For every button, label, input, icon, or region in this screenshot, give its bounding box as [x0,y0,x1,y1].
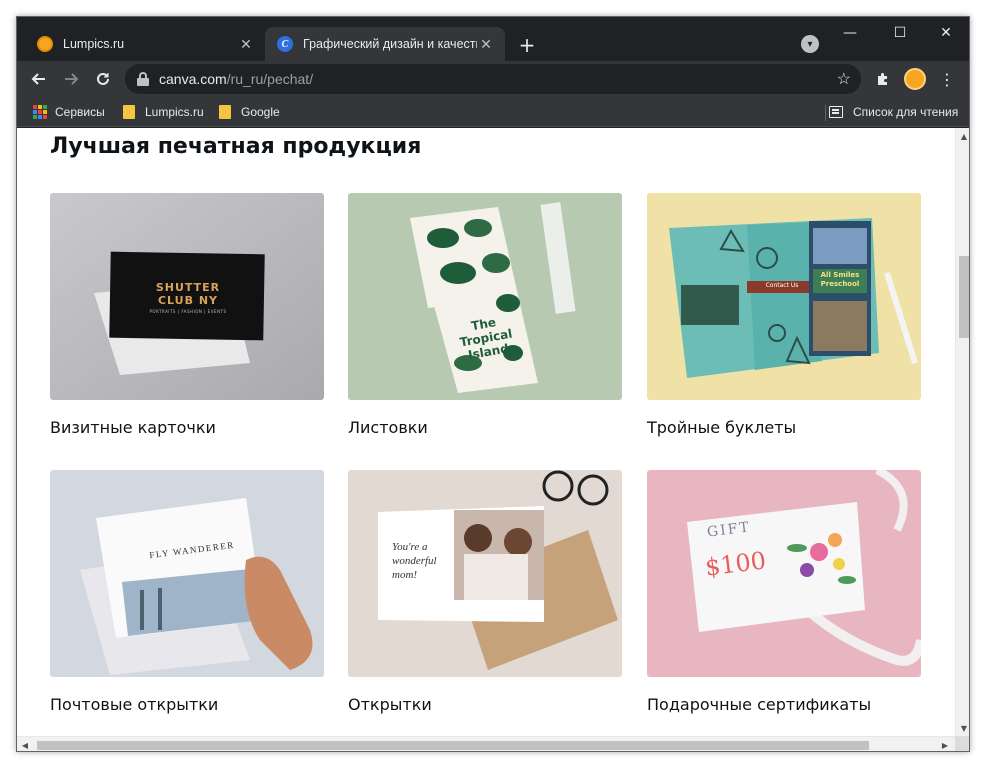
new-tab-button[interactable]: + [515,33,539,57]
bookmark-google[interactable]: Google [219,103,280,121]
tab-strip: Lumpics.ru ✕ C Графический дизайн и каче… [17,17,969,61]
tab-title: Графический дизайн и качеств [303,37,477,51]
vertical-scrollbar[interactable]: ▲ ▼ [955,128,969,736]
address-bar[interactable]: canva.com/ru_ru/pechat/ ☆ [125,64,861,94]
profile-avatar[interactable] [901,65,929,93]
greeting-card-text: You're a wonderful mom! [392,541,437,581]
bookmarks-divider [825,105,826,121]
reading-list-button[interactable]: Список для чтения [829,103,958,121]
close-window-button[interactable]: ✕ [923,17,969,49]
bookmark-apps[interactable]: Сервисы [33,103,105,121]
card-trifold-brochures[interactable]: Contact Us All Smiles Preschool Тройные … [647,193,921,437]
tab-title: Lumpics.ru [63,37,125,51]
scroll-down-arrow-icon[interactable]: ▼ [956,720,969,736]
business-card-subtext: PORTRAITS | FASHION | EVENTS [149,309,227,314]
forward-arrow-icon[interactable] [57,65,85,93]
business-card-text: SHUTTER CLUB NY [155,281,221,307]
extensions-puzzle-icon[interactable] [869,65,897,93]
tab-canva[interactable]: C Графический дизайн и качеств ✕ [265,27,505,61]
reading-list-label: Список для чтения [853,105,959,119]
folder-icon [219,105,231,119]
tab-lumpics[interactable]: Lumpics.ru ✕ [25,27,265,61]
scroll-right-arrow-icon[interactable]: ▶ [937,737,953,751]
bookmark-label: Lumpics.ru [145,105,204,119]
card-flyers[interactable]: The Tropical Island Листовки [348,193,622,437]
business-card-mockup[interactable]: SHUTTER CLUB NY PORTRAITS | FASHION | EV… [50,193,324,400]
card-label[interactable]: Открытки [348,695,622,714]
tab-search-icon[interactable]: ▾ [801,35,819,53]
url-path: /ru_ru/pechat/ [226,71,314,87]
browser-window: Lumpics.ru ✕ C Графический дизайн и каче… [16,16,970,752]
lock-icon[interactable] [137,72,149,86]
maximize-button[interactable]: ☐ [877,17,923,49]
tropical-flyer-mockup[interactable]: The Tropical Island [348,193,622,400]
scrollbar-corner [955,736,969,751]
card-postcards[interactable]: FLY WANDERER Почтовые открытки [50,470,324,714]
card-label[interactable]: Тройные буклеты [647,418,921,437]
menu-kebab-icon[interactable]: ⋮ [933,65,961,93]
card-label[interactable]: Почтовые открытки [50,695,324,714]
url-host: canva.com [159,71,227,87]
canva-icon: C [277,36,293,52]
reading-list-icon [829,106,843,118]
horizontal-scroll-thumb[interactable] [37,741,869,750]
apps-grid-icon [33,105,47,119]
card-gift-certificates[interactable]: GIFT $100 Подарочные сертификаты [647,470,921,714]
card-business-cards[interactable]: SHUTTER CLUB NY PORTRAITS | FASHION | EV… [50,193,324,437]
bookmarks-bar: Сервисы Lumpics.ru Google Список для чте… [17,97,969,127]
postcard-mockup[interactable]: FLY WANDERER [50,470,324,677]
gift-certificate-mockup[interactable]: GIFT $100 [647,470,921,677]
minimize-button[interactable]: — [827,17,873,49]
card-label[interactable]: Подарочные сертификаты [647,695,921,714]
close-tab-icon[interactable]: ✕ [237,35,255,53]
card-greeting-cards[interactable]: You're a wonderful mom! Открытки [348,470,622,714]
vertical-scroll-thumb[interactable] [959,256,969,338]
scroll-left-arrow-icon[interactable]: ◀ [17,737,33,751]
scroll-up-arrow-icon[interactable]: ▲ [956,128,969,144]
card-label[interactable]: Визитные карточки [50,418,324,437]
back-arrow-icon[interactable] [25,65,53,93]
browser-toolbar: canva.com/ru_ru/pechat/ ☆ ⋮ [17,61,969,97]
bookmark-star-icon[interactable]: ☆ [837,69,851,89]
brochure-title-text: All Smiles Preschool [820,271,860,288]
page-content: Лучшая печатная продукция SHUTTER CLUB N… [17,128,955,736]
card-label[interactable]: Листовки [348,418,622,437]
bookmark-label: Сервисы [55,105,105,119]
horizontal-scrollbar[interactable]: ◀ ▶ [17,736,955,751]
brochure-contact-text: Contact Us [765,282,799,289]
reload-icon[interactable] [89,65,117,93]
page-heading: Лучшая печатная продукция [50,134,422,159]
bookmark-lumpics[interactable]: Lumpics.ru [123,103,204,121]
close-tab-icon[interactable]: ✕ [477,35,495,53]
bookmark-label: Google [241,105,280,119]
trifold-brochure-mockup[interactable]: Contact Us All Smiles Preschool [647,193,921,400]
lumpics-orange-icon [37,36,53,52]
folder-icon [123,105,135,119]
greeting-card-mockup[interactable]: You're a wonderful mom! [348,470,622,677]
